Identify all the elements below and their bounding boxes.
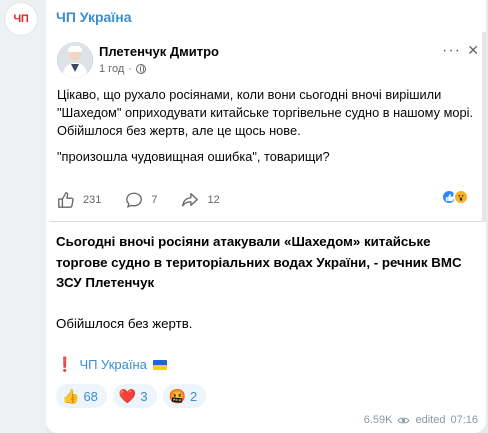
message-footer: 6.59K edited 07:16 (364, 414, 478, 426)
author-name[interactable]: Плетенчук Дмитро (99, 44, 219, 59)
message-time: 07:16 (450, 414, 478, 426)
wow-reaction-icon (453, 189, 469, 205)
more-options-icon[interactable]: ··· (442, 42, 461, 60)
eye-icon (397, 417, 411, 423)
message-bubble: ЧП Україна Плетенчук Дмитро 1 год · ··· … (46, 0, 486, 433)
reaction-summary[interactable] (441, 189, 469, 205)
channel-avatar[interactable]: ЧП (4, 2, 38, 36)
embedded-post-text: Цікаво, що рухало росіянами, коли вони с… (57, 86, 477, 166)
ukraine-flag-icon (152, 359, 167, 370)
reaction-chip-thumbs-up[interactable]: 👍 68 (56, 384, 107, 408)
reaction-chips: 👍 68 ❤️ 3 🤬 2 (56, 384, 207, 408)
reaction-chip-angry[interactable]: 🤬 2 (162, 384, 207, 408)
post-paragraph: Обійшлося без жертв, але це щось нове. (57, 123, 301, 138)
post-paragraph: Цікаво, що рухало росіянами, коли вони с… (57, 87, 473, 120)
channel-avatar-text: ЧП (13, 13, 29, 25)
channel-name[interactable]: ЧП Україна (56, 9, 132, 25)
comment-icon (126, 192, 143, 208)
view-count: 6.59K (363, 414, 393, 426)
embedded-post[interactable]: Плетенчук Дмитро 1 год · ··· ✕ Цікаво, щ… (48, 32, 486, 222)
scrollbar[interactable] (482, 32, 486, 222)
exclamation-icon: ❗️ (56, 356, 74, 372)
post-paragraph: "произошла чудовищная ошибка", товарищи? (57, 149, 330, 164)
edited-label: edited (415, 414, 446, 426)
signature-link[interactable]: ЧП Україна (79, 357, 146, 372)
post-time[interactable]: 1 год (99, 63, 124, 75)
author-avatar[interactable] (57, 42, 93, 78)
reaction-count: 68 (83, 388, 98, 404)
signature: ❗️ ЧП Україна (56, 356, 167, 373)
comment-action[interactable]: 7 (125, 191, 157, 209)
reaction-count: 3 (140, 388, 148, 404)
share-icon (182, 193, 199, 207)
reaction-chip-heart[interactable]: ❤️ 3 (112, 384, 157, 408)
like-count: 231 (83, 194, 102, 206)
post-meta: 1 год · (99, 63, 146, 75)
post-actions: 231 7 12 (57, 189, 477, 211)
author-photo-icon (57, 42, 93, 78)
heart-emoji-icon: ❤️ (118, 388, 137, 404)
comment-count: 7 (151, 194, 158, 206)
like-action[interactable]: 231 (57, 191, 101, 209)
message-body: Обійшлося без жертв. (56, 315, 193, 331)
close-icon[interactable]: ✕ (467, 42, 479, 59)
globe-icon (135, 64, 146, 74)
thumbs-up-icon (58, 192, 74, 208)
angry-face-emoji-icon: 🤬 (168, 388, 187, 404)
message-text: Сьогодні вночі росіяни атакували «Шахедо… (56, 232, 476, 334)
share-count: 12 (207, 194, 220, 206)
avatar-column: ЧП (0, 0, 46, 433)
message-headline: Сьогодні вночі росіяни атакували «Шахедо… (56, 234, 462, 290)
reaction-count: 2 (190, 388, 198, 404)
share-action[interactable]: 12 (181, 191, 220, 209)
thumbs-up-emoji-icon: 👍 (62, 388, 80, 404)
